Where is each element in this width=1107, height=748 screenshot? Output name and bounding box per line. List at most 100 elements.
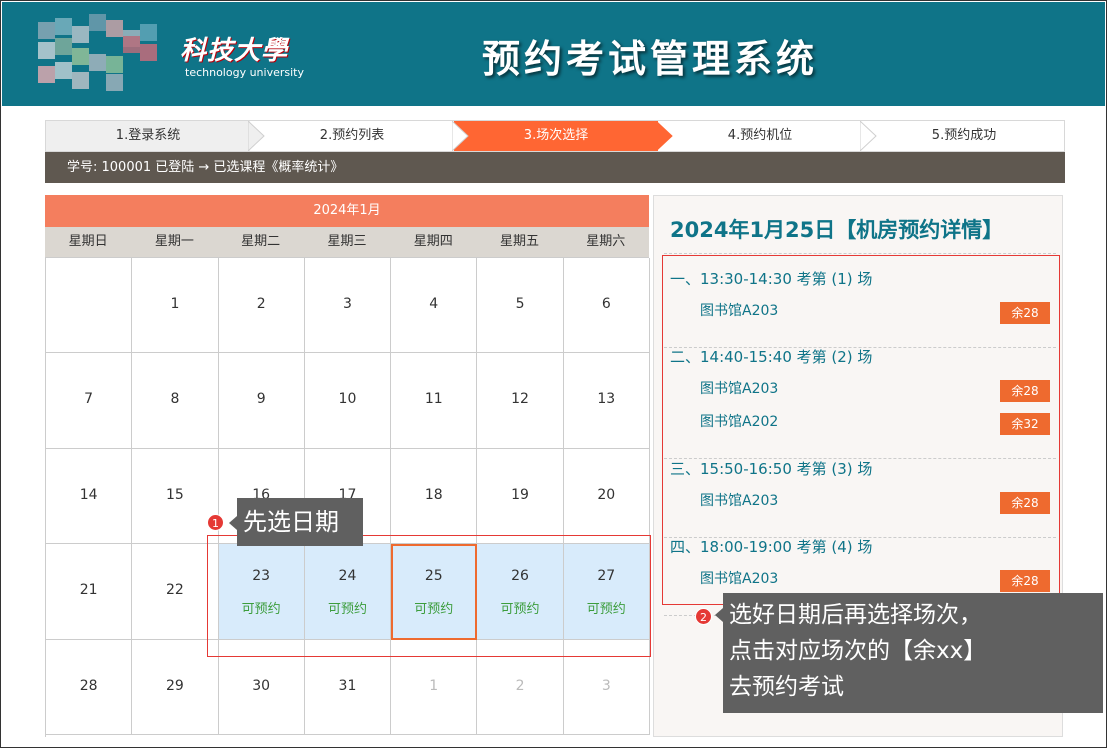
calendar-day-3: 3	[304, 258, 392, 354]
step-1: 1.登录系统	[46, 121, 250, 151]
mosaic-cell	[72, 26, 89, 43]
calendar-day-20: 20	[563, 448, 650, 545]
tip-2-number-badge: 2	[695, 608, 712, 625]
mosaic-cell	[106, 56, 123, 73]
tip-1-callout: 先选日期	[237, 498, 363, 546]
day-number: 1	[429, 677, 439, 694]
login-status-bar: 学号: 100001 已登陆 → 已选课程《概率统计》	[45, 152, 1065, 183]
tip-2-arrow	[715, 608, 723, 622]
mosaic-cell	[140, 24, 157, 41]
mosaic-cell	[55, 18, 72, 35]
calendar-day-empty	[46, 258, 133, 354]
mosaic-cell	[89, 14, 106, 31]
step-2: 2.预约列表	[319, 128, 385, 143]
calendar-day-28: 28	[46, 639, 133, 735]
mosaic-cell	[55, 38, 72, 55]
calendar-day-12: 12	[477, 353, 564, 449]
title-divider	[664, 253, 1056, 254]
day-number: 5	[515, 296, 525, 312]
step-arrow-icon	[248, 121, 265, 151]
calendar-day-15: 15	[132, 448, 219, 545]
calendar-weekday-row: 星期日 星期一 星期二 星期三 星期四 星期五 星期六	[45, 227, 649, 257]
university-logo-english: technology university	[185, 66, 304, 79]
calendar-day-4: 4	[391, 258, 478, 354]
day-number: 9	[256, 391, 266, 408]
calendar-day-8: 8	[132, 353, 219, 449]
weekday-label: 星期一	[154, 234, 194, 249]
day-number: 13	[597, 391, 616, 408]
day-number: 2	[515, 677, 525, 694]
day-number: 22	[165, 582, 184, 599]
day-number: 20	[597, 486, 616, 503]
tip-2-callout: 选好日期后再选择场次， 点击对应场次的【余xx】 去预约考试	[723, 593, 1103, 713]
step-5: 5.预约成功	[931, 128, 997, 143]
app-title: 预约考试管理系统	[482, 36, 819, 81]
calendar-day-11: 11	[391, 353, 478, 449]
session-highlight-box	[662, 255, 1060, 605]
mosaic-cell	[72, 72, 89, 89]
weekday-label: 星期四	[413, 234, 453, 249]
day-number: 15	[165, 486, 184, 503]
day-number: 14	[79, 486, 98, 503]
mosaic-cell	[106, 20, 123, 37]
weekday-label: 星期日	[68, 234, 108, 249]
step-arrow-icon	[860, 121, 877, 151]
day-number: 3	[601, 677, 611, 694]
mosaic-cell	[38, 42, 55, 59]
day-number: 21	[79, 582, 98, 599]
day-number: 30	[252, 677, 271, 694]
step-4: 4.预约机位	[727, 128, 793, 143]
calendar-day-21: 21	[46, 544, 133, 640]
step-progress-bar: 1.登录系统 2.预约列表 3.场次选择 4.预约机位 5.预约成功	[45, 120, 1065, 152]
university-logo-text: 科技大學	[180, 36, 289, 66]
day-number: 7	[84, 391, 94, 408]
tip-1-arrow	[229, 516, 237, 530]
calendar-day-6: 6	[563, 258, 650, 354]
calendar-day-18: 18	[391, 448, 478, 545]
mosaic-cell	[38, 66, 55, 83]
calendar-day-14: 14	[46, 448, 133, 545]
weekday-label: 星期三	[327, 234, 367, 249]
step-arrow-icon	[452, 121, 469, 151]
mosaic-cell	[72, 48, 89, 65]
calendar-grid: 1 2 3 4 5 6 7 8 9 10 11 12 13 14 15 16 17 18 19 20 21 22 23 可预约…	[45, 257, 650, 737]
app-header: 科技大學 technology university 预约考试管理系统	[2, 2, 1105, 106]
tip-2-line-3: 去预约考试	[729, 674, 844, 700]
tip-1-number-badge: 1	[207, 514, 224, 531]
tip-2-line-1: 选好日期后再选择场次，	[729, 602, 982, 628]
calendar-month-label: 2024年1月	[45, 195, 649, 227]
day-number: 8	[170, 391, 180, 408]
day-number: 12	[511, 391, 529, 408]
weekday-label: 星期六	[586, 234, 626, 249]
calendar-day-2: 2	[218, 258, 305, 354]
calendar-day-1: 1	[132, 258, 219, 354]
day-number: 19	[511, 486, 529, 503]
day-number: 6	[601, 296, 611, 312]
calendar-day-7: 7	[46, 353, 133, 449]
calendar-day-29: 29	[132, 639, 219, 735]
calendar-day-5: 5	[477, 258, 564, 354]
step-arrow-icon	[656, 121, 673, 151]
day-number: 29	[165, 677, 184, 694]
blurred-logo-image	[38, 14, 178, 94]
calendar-day-9: 9	[218, 353, 305, 449]
day-number: 1	[170, 296, 180, 312]
weekday-label: 星期二	[241, 234, 281, 249]
day-number: 3	[343, 296, 352, 312]
calendar-day-10: 10	[304, 353, 392, 449]
date-highlight-box	[207, 535, 651, 657]
day-number: 4	[429, 296, 439, 312]
mosaic-cell	[123, 36, 140, 53]
mosaic-cell	[106, 74, 123, 91]
day-number: 28	[79, 677, 98, 694]
tip-1-text: 先选日期	[243, 508, 339, 536]
day-number: 2	[256, 296, 266, 312]
mosaic-cell	[89, 54, 106, 71]
mosaic-cell	[55, 62, 72, 79]
day-number: 11	[424, 391, 443, 408]
calendar-day-22: 22	[132, 544, 219, 640]
mosaic-cell	[140, 44, 157, 61]
mosaic-cell	[38, 22, 55, 39]
calendar-day-13: 13	[563, 353, 650, 449]
weekday-label: 星期五	[500, 234, 540, 249]
